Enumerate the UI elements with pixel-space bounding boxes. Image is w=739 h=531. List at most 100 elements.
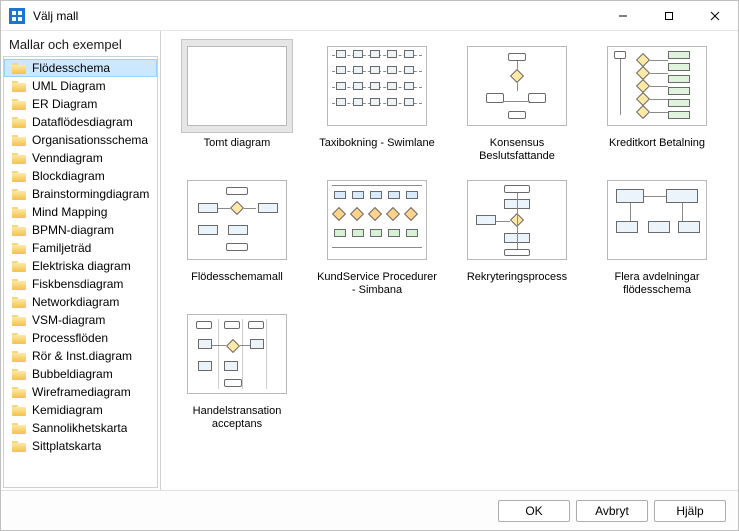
template-thumbnail-wrap [181,173,293,267]
category-label: Sittplatskarta [32,439,101,453]
folder-icon [12,387,26,398]
category-label: Sannolikhetskarta [32,421,127,435]
folder-icon [12,81,26,92]
template-gallery: Tomt diagram Taxibokning - Swimlane Konsen… [161,31,738,490]
category-item[interactable]: Elektriska diagram [4,257,157,275]
category-label: Mind Mapping [32,205,107,219]
template-thumbnail [607,46,707,126]
folder-icon [12,153,26,164]
template-label: Konsensus Beslutsfattande [455,137,579,163]
category-item[interactable]: Sittplatskarta [4,437,157,455]
category-label: Networkdiagram [32,295,119,309]
template-tile[interactable]: Flera avdelningar flödesschema [593,173,721,297]
sidebar-header: Mallar och exempel [1,31,160,56]
template-thumbnail-wrap [181,39,293,133]
folder-icon [12,99,26,110]
category-label: Processflöden [32,331,108,345]
folder-icon [12,135,26,146]
category-item[interactable]: Mind Mapping [4,203,157,221]
category-label: Blockdiagram [32,169,105,183]
template-thumbnail-wrap [601,173,713,267]
dialog-window: Välj mall Mallar och exempel Flödesschem… [0,0,739,531]
category-item[interactable]: Rör & Inst.diagram [4,347,157,365]
folder-icon [12,333,26,344]
template-thumbnail [467,180,567,260]
template-thumbnail [187,180,287,260]
template-thumbnail [467,46,567,126]
template-thumbnail [327,180,427,260]
template-label: Tomt diagram [204,137,271,150]
template-label: Handelstransation acceptans [175,405,299,431]
template-tile[interactable]: Konsensus Beslutsfattande [453,39,581,163]
category-item[interactable]: Organisationsschema [4,131,157,149]
window-controls [600,1,738,30]
template-tile[interactable]: Flödesschemamall [173,173,301,297]
template-thumbnail-wrap [181,307,293,401]
cancel-button[interactable]: Avbryt [576,500,648,522]
sidebar: Mallar och exempel Flödesschema UML Diagr… [1,31,161,490]
template-thumbnail-wrap [601,39,713,133]
template-tile[interactable]: Handelstransation acceptans [173,307,301,431]
folder-icon [12,423,26,434]
template-label: Flödesschemamall [191,271,283,284]
help-button[interactable]: Hjälp [654,500,726,522]
category-item[interactable]: ER Diagram [4,95,157,113]
category-item[interactable]: Bubbeldiagram [4,365,157,383]
category-label: Wireframediagram [32,385,131,399]
category-item[interactable]: Processflöden [4,329,157,347]
template-tile[interactable]: Taxibokning - Swimlane [313,39,441,163]
content-area: Mallar och exempel Flödesschema UML Diagr… [1,31,738,490]
category-item[interactable]: Sannolikhetskarta [4,419,157,437]
category-label: UML Diagram [32,79,106,93]
category-item[interactable]: Brainstormingdiagram [4,185,157,203]
close-button[interactable] [692,1,738,30]
template-tile[interactable]: Kreditkort Betalning [593,39,721,163]
template-thumbnail-wrap [461,39,573,133]
app-icon [9,8,25,24]
folder-icon [12,369,26,380]
template-tile[interactable]: Rekryteringsprocess [453,173,581,297]
template-label: Kreditkort Betalning [609,137,705,150]
category-label: Kemidiagram [32,403,103,417]
category-label: BPMN-diagram [32,223,114,237]
folder-icon [12,243,26,254]
category-item[interactable]: UML Diagram [4,77,157,95]
category-item[interactable]: Venndiagram [4,149,157,167]
folder-icon [12,171,26,182]
template-label: KundService Procedurer - Simbana [315,271,439,297]
category-item[interactable]: Networkdiagram [4,293,157,311]
category-item[interactable]: Flödesschema [4,59,157,77]
template-thumbnail [187,46,287,126]
category-label: Dataflödesdiagram [32,115,133,129]
folder-icon [12,351,26,362]
template-thumbnail-wrap [461,173,573,267]
folder-icon [12,225,26,236]
category-tree[interactable]: Flödesschema UML Diagram ER Diagram Dataflö… [3,56,158,488]
category-item[interactable]: Kemidiagram [4,401,157,419]
ok-button[interactable]: OK [498,500,570,522]
category-item[interactable]: Dataflödesdiagram [4,113,157,131]
template-tile[interactable]: KundService Procedurer - Simbana [313,173,441,297]
maximize-button[interactable] [646,1,692,30]
template-tile[interactable]: Tomt diagram [173,39,301,163]
template-thumbnail-wrap [321,39,433,133]
button-bar: OK Avbryt Hjälp [1,490,738,530]
folder-icon [12,207,26,218]
category-item[interactable]: BPMN-diagram [4,221,157,239]
category-item[interactable]: Fiskbensdiagram [4,275,157,293]
minimize-button[interactable] [600,1,646,30]
category-item[interactable]: Blockdiagram [4,167,157,185]
window-title: Välj mall [33,9,600,23]
template-label: Flera avdelningar flödesschema [595,271,719,297]
template-thumbnail [607,180,707,260]
category-label: Venndiagram [32,151,103,165]
category-label: Familjeträd [32,241,91,255]
folder-icon [12,441,26,452]
category-item[interactable]: Wireframediagram [4,383,157,401]
category-label: Rör & Inst.diagram [32,349,132,363]
category-item[interactable]: Familjeträd [4,239,157,257]
folder-icon [12,63,26,74]
template-thumbnail [187,314,287,394]
category-item[interactable]: VSM-diagram [4,311,157,329]
category-label: VSM-diagram [32,313,105,327]
